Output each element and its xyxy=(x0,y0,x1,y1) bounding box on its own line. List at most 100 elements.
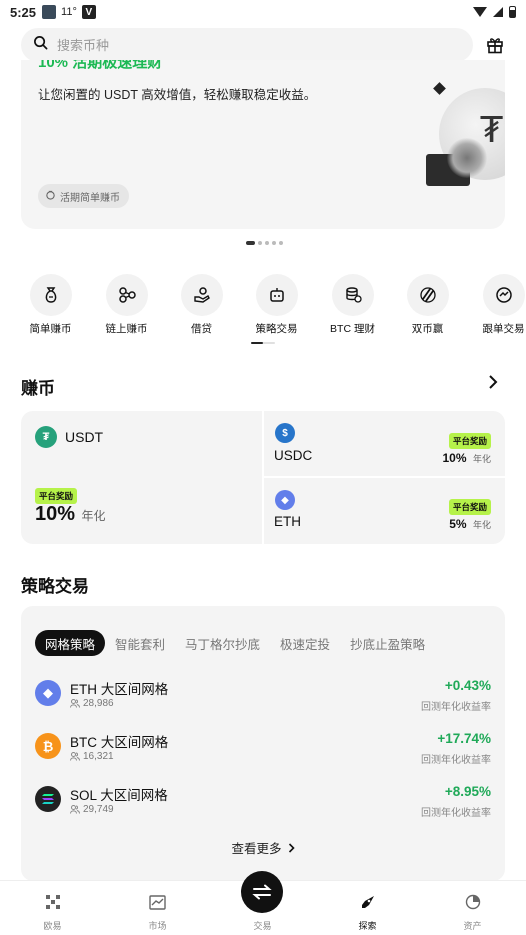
banner-pagination xyxy=(246,241,283,245)
nav-explore[interactable]: 探索 xyxy=(315,881,420,935)
strategy-return: +0.43% xyxy=(444,678,491,693)
app-notification-icon xyxy=(42,5,57,19)
search-input[interactable] xyxy=(57,37,437,53)
status-bar: 5:25 11° V xyxy=(0,0,526,24)
nav-label: 欧易 xyxy=(43,921,62,931)
usdc-coin-icon: $ xyxy=(275,423,295,443)
gift-icon[interactable] xyxy=(485,35,505,55)
quick-item-loan[interactable]: 借贷 xyxy=(164,274,239,336)
search-box[interactable] xyxy=(21,28,473,62)
tab-dip-buy-take-profit[interactable]: 抄底止盈策略 xyxy=(340,630,435,656)
bottom-nav: 欧易 市场 交易 探索 资产 xyxy=(0,871,526,935)
platform-reward-badge: 平台奖励 xyxy=(448,433,491,449)
quick-item-label: 策略交易 xyxy=(255,323,298,335)
quick-item-label: 借贷 xyxy=(191,323,212,335)
nav-assets[interactable]: 资产 xyxy=(420,881,525,935)
earn-item-eth[interactable]: ◆ ETH 平台奖励 5% 年化 xyxy=(264,478,505,544)
swap-icon xyxy=(241,871,283,913)
strategy-row[interactable]: SOL 大区间网格 29,749 +8.95% 回测年化收益率 xyxy=(35,784,491,824)
strategy-row[interactable]: ◆ ETH 大区间网格 28,986 +0.43% 回测年化收益率 xyxy=(35,678,491,718)
strategy-card: 网格策略 智能套利 马丁格尔抄底 极速定投 抄底止盈策略 ◆ ETH 大区间网格… xyxy=(21,606,505,881)
search-icon xyxy=(33,35,48,55)
chevron-right-icon[interactable] xyxy=(488,375,498,394)
strategy-tabs: 网格策略 智能套利 马丁格尔抄底 极速定投 抄底止盈策略 xyxy=(35,630,435,656)
quick-item-label: 跟单交易 xyxy=(482,323,525,335)
platform-reward-badge: 平台奖励 xyxy=(35,488,78,504)
moneybag-icon xyxy=(29,274,72,316)
nav-label: 资产 xyxy=(463,921,482,931)
apy-unit: 年化 xyxy=(472,520,491,530)
earn-card: ₮ USDT 平台奖励 10% 年化 $ USDC 平台奖励 10% 年化 ◆ … xyxy=(21,411,505,544)
promo-banner[interactable]: 10% 活期极速理财 让您闲置的 USDT 高效增值，轻松赚取稳定收益。 活期简… xyxy=(21,60,505,229)
strategy-return-label: 回测年化收益率 xyxy=(421,702,491,713)
wifi-icon xyxy=(473,7,487,17)
temperature: 11° xyxy=(61,6,77,18)
robot-icon xyxy=(255,274,298,316)
chevron-right-icon xyxy=(288,842,295,853)
quick-scroll-indicator xyxy=(251,342,275,344)
quick-actions: 简单赚币 链上赚币 借贷 策略交易 BTC 理财 双币赢 跟单交易 xyxy=(0,274,526,338)
strategy-return-label: 回测年化收益率 xyxy=(421,755,491,766)
tab-grid-strategy[interactable]: 网格策略 xyxy=(35,630,106,656)
view-more-link[interactable]: 查看更多 xyxy=(21,838,505,857)
view-more-label: 查看更多 xyxy=(231,842,282,856)
dual-coin-icon xyxy=(406,274,449,316)
banner-tag[interactable]: 活期简单赚币 xyxy=(38,184,129,208)
btc-coin-icon: ₿ xyxy=(35,733,61,759)
nav-trade[interactable]: 交易 xyxy=(210,871,315,935)
pagination-dot[interactable] xyxy=(279,241,283,245)
strategy-row[interactable]: ₿ BTC 大区间网格 16,321 +17.74% 回测年化收益率 xyxy=(35,731,491,771)
diamond-decoration-icon xyxy=(433,82,446,95)
sol-coin-icon xyxy=(35,786,61,812)
nav-okx[interactable]: 欧易 xyxy=(0,881,105,935)
nav-market[interactable]: 市场 xyxy=(105,881,210,935)
quick-item-dual-invest[interactable]: 双币赢 xyxy=(390,274,465,336)
pagination-dot[interactable] xyxy=(246,241,255,245)
earn-apy: 10% xyxy=(35,503,76,525)
eth-coin-icon: ◆ xyxy=(275,490,295,510)
banner-description: 让您闲置的 USDT 高效增值，轻松赚取稳定收益。 xyxy=(38,88,317,102)
usdt-coin-icon: ₮ xyxy=(35,426,57,448)
battery-icon xyxy=(509,6,516,18)
earn-apy: 5% xyxy=(449,517,467,531)
hand-coin-icon xyxy=(180,274,223,316)
platform-reward-badge: 平台奖励 xyxy=(448,499,491,515)
earn-item-usdc[interactable]: $ USDC 平台奖励 10% 年化 xyxy=(264,411,505,476)
pagination-dot[interactable] xyxy=(258,241,262,245)
quick-item-label: 双币赢 xyxy=(411,323,444,335)
apy-unit: 年化 xyxy=(81,509,106,523)
banner-tag-label: 活期简单赚币 xyxy=(60,192,120,204)
earn-coin-name: ETH xyxy=(274,514,301,529)
users-count: 29,749 xyxy=(83,804,114,815)
tab-fast-dca[interactable]: 极速定投 xyxy=(270,630,340,656)
quick-item-onchain-earn[interactable]: 链上赚币 xyxy=(89,274,164,336)
users-count: 28,986 xyxy=(83,698,114,709)
users-icon xyxy=(70,805,80,814)
pagination-dot[interactable] xyxy=(265,241,269,245)
fur-decoration xyxy=(447,138,487,178)
strategy-name: SOL 大区间网格 xyxy=(70,788,168,803)
status-time: 5:25 xyxy=(10,4,37,20)
users-icon xyxy=(70,752,80,761)
quick-item-copy-trading[interactable]: 跟单交易 xyxy=(466,274,526,336)
quick-item-btc-finance[interactable]: BTC 理财 xyxy=(315,274,390,336)
earn-coin-name: USDT xyxy=(65,429,104,445)
tab-smart-arbitrage[interactable]: 智能套利 xyxy=(105,630,175,656)
apy-unit: 年化 xyxy=(472,454,491,464)
earn-item-usdt[interactable]: ₮ USDT 平台奖励 10% 年化 xyxy=(21,411,262,544)
strategy-return: +17.74% xyxy=(437,731,491,746)
v-app-icon: V xyxy=(81,5,96,19)
pagination-dot[interactable] xyxy=(272,241,276,245)
eth-coin-icon: ◆ xyxy=(35,680,61,706)
quick-item-strategy-trading[interactable]: 策略交易 xyxy=(239,274,314,336)
strategy-users: 29,749 xyxy=(70,804,114,815)
tab-martingale[interactable]: 马丁格尔抄底 xyxy=(175,630,270,656)
signal-icon xyxy=(493,7,503,17)
copy-trade-icon xyxy=(482,274,525,316)
earn-apy: 10% xyxy=(442,451,467,465)
tether-symbol-icon: ₮ xyxy=(480,110,503,151)
quick-item-simple-earn[interactable]: 简单赚币 xyxy=(13,274,88,336)
strategy-return-label: 回测年化收益率 xyxy=(421,808,491,819)
strategy-return: +8.95% xyxy=(444,784,491,799)
quick-item-label: 链上赚币 xyxy=(105,323,148,335)
